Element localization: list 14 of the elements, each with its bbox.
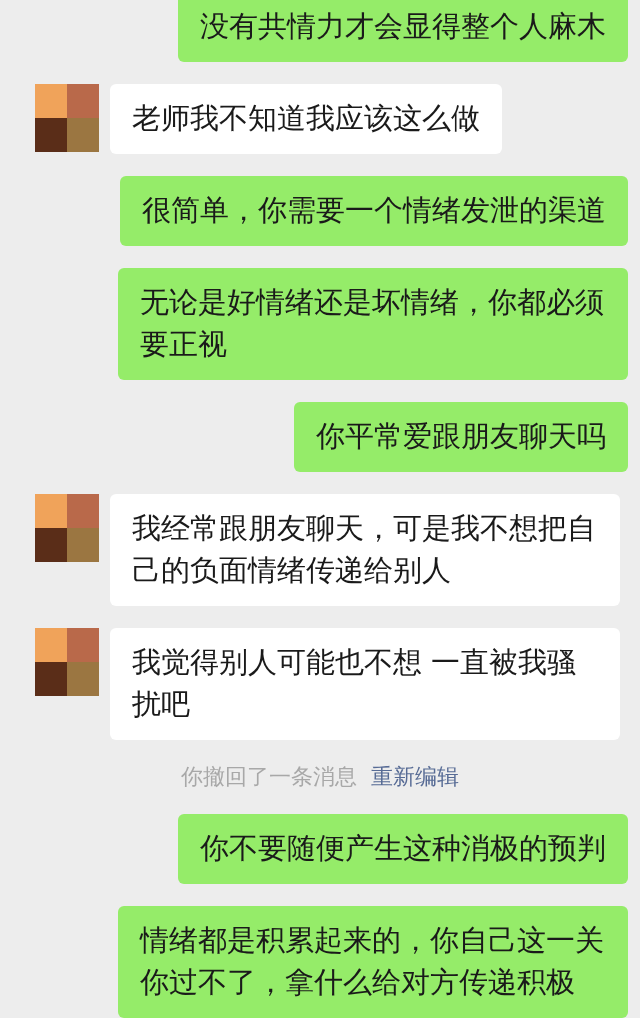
recall-notice: 你撤回了一条消息 [181,763,357,791]
avatar-icon[interactable] [35,84,99,152]
message-bubble: 老师我不知道我应该这么做 [110,84,502,154]
re-edit-link[interactable]: 重新编辑 [371,762,459,792]
message-bubble: 我经常跟朋友聊天，可是我不想把自己的负面情绪传递给别人 [110,494,620,606]
message-bubble: 我觉得别人可能也不想 一直被我骚扰吧 [110,628,620,740]
message-bubble: 你不要随便产生这种消极的预判 [178,814,628,884]
message-bubble: 你平常爱跟朋友聊天吗 [294,402,628,472]
message-bubble: 没有共情力才会显得整个人麻木 [178,0,628,62]
avatar-icon[interactable] [35,494,99,562]
message-bubble: 情绪都是积累起来的，你自己这一关你过不了，拿什么给对方传递积极 [118,906,628,1018]
message-bubble: 无论是好情绪还是坏情绪，你都必须要正视 [118,268,628,380]
message-bubble: 很简单，你需要一个情绪发泄的渠道 [120,176,628,246]
avatar-icon[interactable] [35,628,99,696]
